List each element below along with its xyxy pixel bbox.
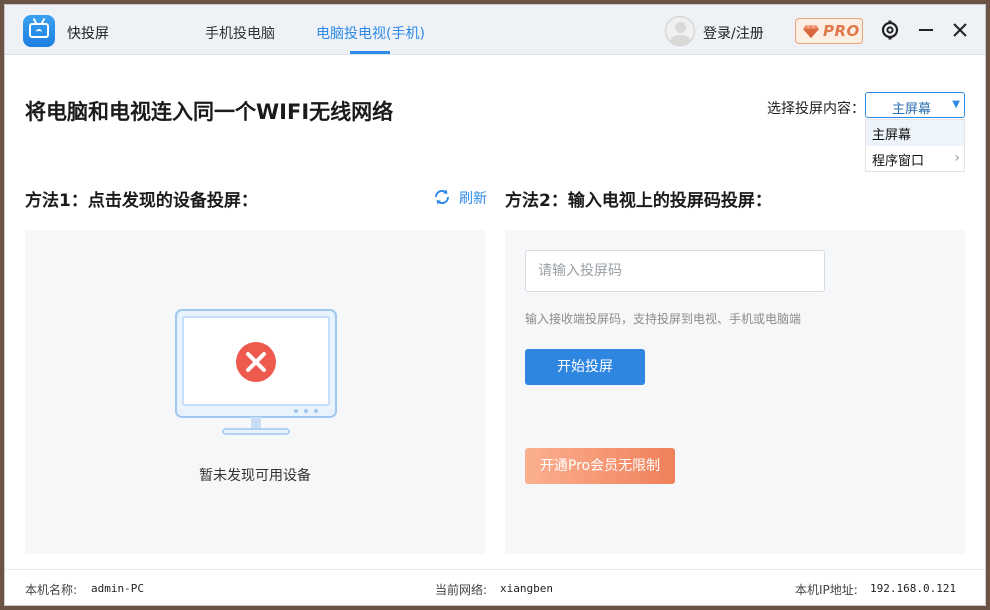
app-window: 快投屏 手机投电脑 电脑投电视(手机) 登录/注册 PRO 将电脑和电视连入同一… <box>4 4 986 606</box>
tab-phone-to-pc[interactable]: 手机投电脑 <box>205 23 275 43</box>
select-value: 主屏幕 <box>892 102 932 117</box>
code-input-panel: 输入接收端投屏码，支持投屏到电视、手机或电脑端 开始投屏 开通Pro会员无限制 <box>505 230 965 554</box>
start-cast-button[interactable]: 开始投屏 <box>525 349 645 385</box>
screen-content-dropdown: 主屏幕 程序窗口 › <box>865 119 965 172</box>
refresh-icon[interactable] <box>433 188 451 206</box>
no-device-monitor-icon <box>175 309 337 435</box>
option-main-screen[interactable]: 主屏幕 <box>866 120 964 146</box>
screen-content-select[interactable]: 主屏幕 ▼ <box>865 92 965 118</box>
title-bar: 快投屏 手机投电脑 电脑投电视(手机) 登录/注册 PRO <box>5 5 985 55</box>
page-title: 将电脑和电视连入同一个WIFI无线网络 <box>25 100 394 124</box>
screen-content-label: 选择投屏内容： <box>767 101 865 117</box>
refresh-button[interactable]: 刷新 <box>459 188 487 208</box>
option-label: 程序窗口 <box>872 154 925 169</box>
network-value: xiangben <box>500 582 553 595</box>
gear-icon[interactable] <box>879 19 901 41</box>
chevron-right-icon: › <box>954 150 960 166</box>
avatar[interactable] <box>665 16 695 46</box>
caret-down-icon: ▼ <box>952 99 960 110</box>
active-tab-indicator <box>350 51 390 54</box>
app-logo-icon <box>23 15 55 47</box>
pro-badge-text: PRO <box>823 22 860 40</box>
device-list-panel: 暂未发现可用设备 <box>25 230 485 554</box>
method2-title: 方法2：输入电视上的投屏码投屏： <box>505 191 772 211</box>
upgrade-pro-button[interactable]: 开通Pro会员无限制 <box>525 448 675 484</box>
network-label: 当前网络: <box>435 583 488 597</box>
empty-state-text: 暂未发现可用设备 <box>199 468 311 484</box>
ip-address-label: 本机IP地址: <box>795 583 858 597</box>
ip-address-value: 192.168.0.121 <box>870 582 957 595</box>
machine-name-label: 本机名称: <box>25 583 78 597</box>
tab-pc-to-tv[interactable]: 电脑投电视(手机) <box>316 23 425 43</box>
cast-code-input[interactable] <box>525 250 825 292</box>
method1-title: 方法1：点击发现的设备投屏： <box>25 191 258 211</box>
pro-badge-button[interactable]: PRO <box>795 18 863 44</box>
login-register-link[interactable]: 登录/注册 <box>703 23 764 43</box>
close-icon[interactable] <box>949 19 971 41</box>
machine-name-value: admin-PC <box>91 582 144 595</box>
minimize-icon[interactable] <box>915 19 937 41</box>
app-name: 快投屏 <box>67 26 109 42</box>
cast-code-hint: 输入接收端投屏码，支持投屏到电视、手机或电脑端 <box>525 312 802 326</box>
option-program-window[interactable]: 程序窗口 › <box>866 146 964 172</box>
status-bar: 本机名称: admin-PC 当前网络: xiangben 本机IP地址: 19… <box>5 569 985 605</box>
diamond-icon <box>803 25 819 38</box>
